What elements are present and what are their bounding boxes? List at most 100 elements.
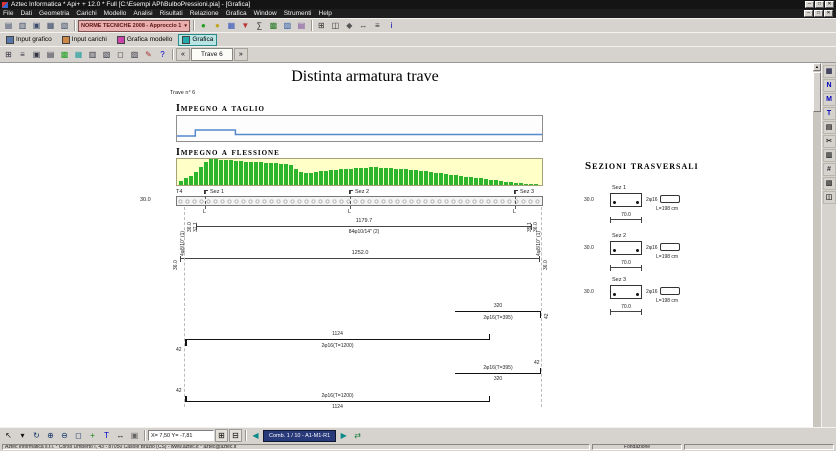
menu-item[interactable]: Carichi [76,10,96,17]
help-icon[interactable]: ? [156,48,169,61]
drawing-canvas[interactable]: Distinta armatura trave Trave n° 6 Impeg… [0,63,813,427]
preview-icon[interactable]: ▧ [58,19,71,32]
view-list-icon[interactable]: ≡ [16,48,29,61]
loads-icon[interactable]: ▼ [239,19,252,32]
sez1-mark-label: Sez 1 [210,189,224,195]
pan-icon[interactable]: + [86,429,99,442]
tab-input-carichi[interactable]: Input carichi [58,34,111,46]
menu-item[interactable]: Help [319,10,332,17]
next-trave-button[interactable]: » [234,48,248,61]
menu-item[interactable]: Analisi [133,10,152,17]
copy-image-icon[interactable]: ▣ [30,48,43,61]
flessione-bar [349,169,353,185]
results-icon[interactable]: ▩ [267,19,280,32]
scroll-up-icon[interactable]: ▲ [813,63,821,71]
flessione-bar [404,169,408,185]
menu-item[interactable]: Window [254,10,277,17]
close-button[interactable]: ✕ [825,1,834,8]
archive-icon[interactable]: ▤ [2,19,15,32]
maximize-button[interactable]: □ [815,1,824,8]
open-icon[interactable]: ▥ [16,19,29,32]
diagram-n-icon[interactable]: N [823,79,836,92]
save-icon[interactable]: ▣ [30,19,43,32]
diagram-t-icon[interactable]: T [823,107,836,120]
prev-combination-button[interactable]: ◀ [249,429,262,442]
menu-item[interactable]: Geometria [39,10,69,17]
report-icon[interactable]: ▤ [295,19,308,32]
palette-green-icon[interactable]: ▩ [58,48,71,61]
flessione-bar [469,177,473,185]
minimize-button[interactable]: – [805,1,814,8]
view-table-icon[interactable]: ⊞ [2,48,15,61]
mdi-restore-button[interactable]: □ [814,10,823,17]
analysis-icon[interactable]: ∑ [253,19,266,32]
text-tool-icon[interactable]: T [100,429,113,442]
animate-combinations-icon[interactable]: ⇄ [351,429,364,442]
layers-icon[interactable]: ◫ [329,19,342,32]
trave-tab[interactable]: Trave 6 [191,48,233,61]
measure-tool-icon[interactable]: ↔ [114,429,127,442]
menu-item[interactable]: Modello [104,10,127,17]
tool-dropdown-icon[interactable]: ▾ [16,429,29,442]
page-setup-icon[interactable]: ▧ [100,48,113,61]
flessione-bar [199,167,203,185]
menu-item[interactable]: Strumenti [284,10,312,17]
menu-item[interactable]: File [3,10,13,17]
tab-input-grafico[interactable]: Input grafico [2,34,56,46]
color-tool-icon[interactable]: ▣ [128,429,141,442]
redraw-icon[interactable]: ↻ [30,429,43,442]
scrollbar-thumb[interactable] [813,72,821,112]
measure-icon[interactable]: ↔ [357,19,370,32]
layers-panel-icon[interactable]: ▦ [823,65,836,78]
sezioni-icon[interactable]: ▥ [823,149,836,162]
grid-toggle-icon[interactable]: ⊞ [215,429,228,442]
select-tool-icon[interactable]: ↖ [2,429,15,442]
zoom-out-icon[interactable]: ⊖ [58,429,71,442]
zoom-in-icon[interactable]: ⊕ [44,429,57,442]
materials-icon[interactable]: ● [197,19,210,32]
print-icon[interactable]: ▦ [44,19,57,32]
sez3-stirrup-shape [660,287,680,295]
menu-item[interactable]: Relazione [190,10,219,17]
menu-item[interactable]: Risultati [160,10,183,17]
flessione-bar [339,169,343,185]
cut-section-icon[interactable]: ✂ [823,135,836,148]
chart-icon[interactable]: ▨ [281,19,294,32]
finestra-icon[interactable]: ◫ [823,191,836,204]
geometry-icon[interactable]: ▦ [225,19,238,32]
flessione-bar [524,184,528,185]
mdi-close-button[interactable]: ✕ [824,10,833,17]
next-combination-button[interactable]: ▶ [337,429,350,442]
norme-combo[interactable]: NORME TECNICHE 2008 - Approccio 1 ▾ [78,20,190,32]
tabella-icon[interactable]: ▧ [823,177,836,190]
zoom-window-icon[interactable]: ◻ [72,429,85,442]
vertical-scrollbar[interactable]: ▲ ▼ [813,63,821,427]
sez1-name: Sez 1 [612,185,626,191]
menu-item[interactable]: Grafica [226,10,247,17]
options-icon[interactable]: ▨ [128,48,141,61]
list-icon[interactable]: ≡ [371,19,384,32]
snap-icon[interactable]: ◆ [343,19,356,32]
rebar4-line [185,401,490,402]
flessione-bar [464,177,468,185]
grid-icon[interactable]: ⊞ [315,19,328,32]
armatura-icon[interactable]: ▤ [823,121,836,134]
info-icon[interactable]: i [385,19,398,32]
bottom-icon-group: ↖▾↻⊕⊖◻+T↔▣ [2,429,141,442]
print-drawing-icon[interactable]: ▥ [86,48,99,61]
tab-grafica-modello[interactable]: Grafica modello [113,34,177,46]
zoom-all-icon[interactable]: ◻ [114,48,127,61]
dim-1252-label: 1252.0 [180,250,540,256]
annotate-icon[interactable]: ✎ [142,48,155,61]
menu-item[interactable]: Dati [20,10,32,17]
diagram-m-icon[interactable]: M [823,93,836,106]
export-dxf-icon[interactable]: ▤ [44,48,57,61]
tab-grafica[interactable]: Grafica [178,34,217,46]
flessione-bar [334,170,338,185]
prev-trave-button[interactable]: « [176,48,190,61]
quote-icon[interactable]: # [823,163,836,176]
mdi-minimize-button[interactable]: – [804,10,813,17]
soil-icon[interactable]: ● [211,19,224,32]
palette-teal-icon[interactable]: ▦ [72,48,85,61]
snap-toggle-icon[interactable]: ⊟ [229,429,242,442]
